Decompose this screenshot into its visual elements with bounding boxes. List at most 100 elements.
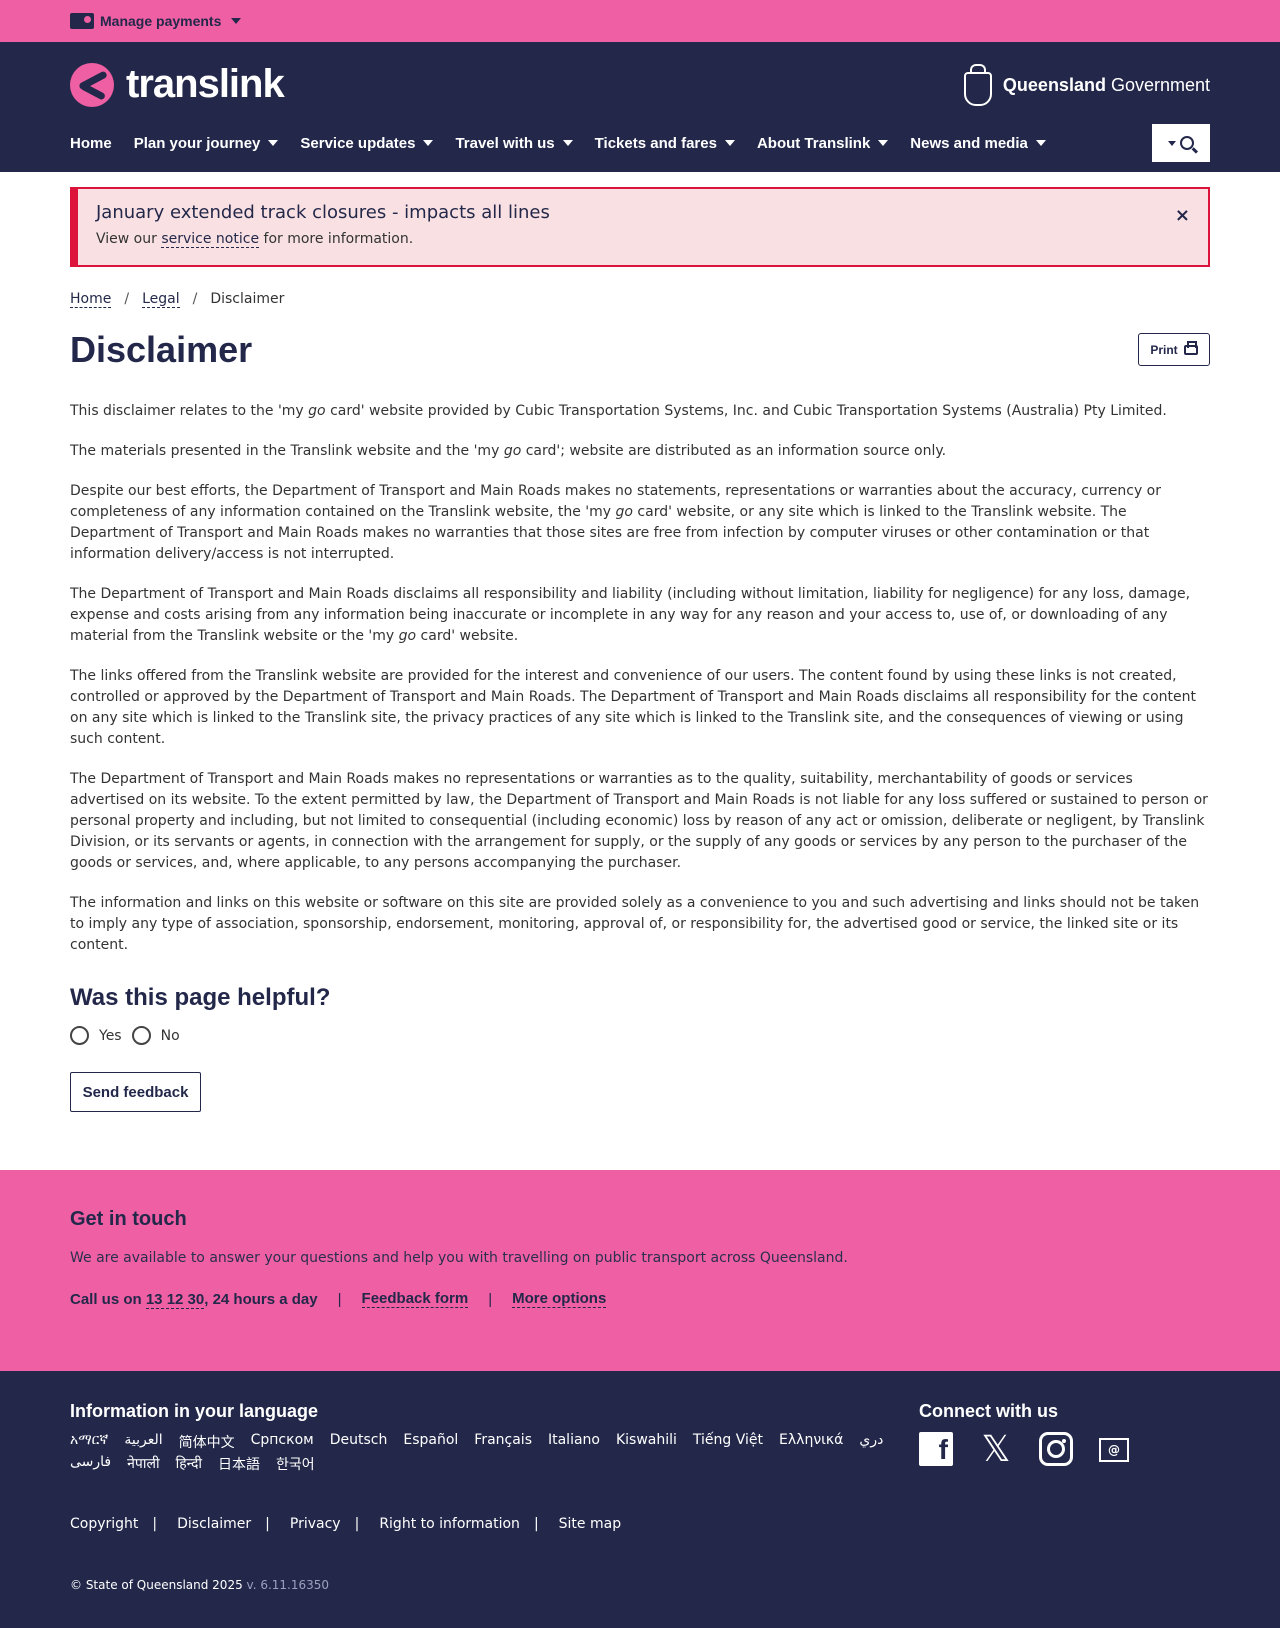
nav-item-label: Home xyxy=(70,134,112,152)
search-button[interactable] xyxy=(1152,124,1210,162)
language-link[interactable]: Italiano xyxy=(548,1432,600,1452)
separator: | xyxy=(354,1516,360,1532)
feedback-form-link[interactable]: Feedback form xyxy=(361,1290,469,1308)
get-in-touch-section: Get in touch We are available to answer … xyxy=(0,1170,1280,1371)
footer-link-disclaimer[interactable]: Disclaimer xyxy=(177,1516,251,1532)
nav-item-plan-your-journey[interactable]: Plan your journey xyxy=(134,135,279,152)
footer-link-right-to-information[interactable]: Right to information xyxy=(379,1516,520,1532)
feedback-heading: Was this page helpful? xyxy=(70,984,331,1011)
version: v. 6.11.16350 xyxy=(242,1578,330,1592)
print-button[interactable]: Print xyxy=(1138,333,1210,366)
breadcrumb-current: Disclaimer xyxy=(210,291,285,307)
nav-item-tickets-and-fares[interactable]: Tickets and fares xyxy=(595,135,735,152)
email-icon[interactable]: @ xyxy=(1099,1438,1129,1462)
manage-payments-dropdown[interactable]: Manage payments xyxy=(70,13,242,29)
no-label: No xyxy=(160,1027,180,1044)
alert-title: January extended track closures - impact… xyxy=(96,202,550,223)
legal-links: Copyright | Disclaimer | Privacy | Right to in… xyxy=(70,1516,621,1532)
chevron-down-icon xyxy=(878,140,889,146)
send-feedback-button[interactable]: Send feedback xyxy=(70,1072,201,1112)
chevron-down-icon xyxy=(1035,140,1046,146)
feedback-radios: Yes No xyxy=(70,1026,1210,1045)
nav-item-travel-with-us[interactable]: Travel with us xyxy=(455,134,573,152)
get-in-touch-heading: Get in touch xyxy=(70,1208,187,1230)
nav-item-about-translink[interactable]: About Translink xyxy=(756,134,889,152)
disclaimer-paragraph: This disclaimer relates to the 'my go ca… xyxy=(70,403,1167,419)
more-options-link[interactable]: More options xyxy=(512,1290,607,1308)
language-link[interactable]: Tiếng Việt xyxy=(693,1432,763,1452)
coat-of-arms-icon xyxy=(955,64,997,106)
main-navigation: Home Plan your journey Service updates Trav… xyxy=(70,124,1068,162)
language-link[interactable]: Français xyxy=(474,1432,532,1452)
disclaimer-paragraph: The Department of Transport and Main Roa… xyxy=(70,771,1208,871)
language-link[interactable]: አማርኛ xyxy=(70,1432,108,1452)
nav-item-label: Service updates xyxy=(300,134,416,152)
language-link[interactable]: Српском xyxy=(251,1432,314,1452)
instagram-icon[interactable] xyxy=(1039,1432,1073,1466)
nav-item-label: Travel with us xyxy=(455,134,555,152)
translink-logo[interactable]: translink xyxy=(70,62,285,107)
site-header: translink Queensland Government Home Plan… xyxy=(0,42,1280,172)
nav-item-home[interactable]: Home xyxy=(70,135,112,152)
service-notice-link[interactable]: service notice xyxy=(161,231,260,248)
nav-item-label: Plan your journey xyxy=(133,134,261,152)
language-link[interactable]: हिन्दी xyxy=(176,1454,202,1474)
breadcrumb-separator: / xyxy=(124,291,130,307)
disclaimer-paragraph: The Department of Transport and Main Roa… xyxy=(70,586,1191,644)
search-icon xyxy=(1180,136,1194,150)
language-list: አማርኛ العربية 简体中文 Српском Deutsch Español Fran… xyxy=(70,1432,900,1474)
chevron-down-icon xyxy=(562,140,573,146)
language-link[interactable]: 简体中文 xyxy=(179,1432,235,1452)
nav-item-service-updates[interactable]: Service updates xyxy=(300,134,434,152)
social-links: f 𝕏 @ xyxy=(919,1428,1129,1469)
page-title: Disclaimer xyxy=(70,329,253,370)
language-link[interactable]: 한국어 xyxy=(276,1454,315,1474)
print-label: Print xyxy=(1150,342,1178,357)
feedback-section: Was this page helpful? Yes No Send feedb… xyxy=(70,984,1210,1112)
language-link[interactable]: Kiswahili xyxy=(616,1432,677,1452)
language-link[interactable]: 日本語 xyxy=(218,1454,260,1474)
breadcrumb-home[interactable]: Home xyxy=(70,291,112,308)
qgov-text: Queensland Government xyxy=(1002,74,1210,95)
yes-radio[interactable] xyxy=(70,1026,89,1045)
service-alert: January extended track closures - impact… xyxy=(70,187,1210,267)
copyright: © State of Queensland 2025 v. 6.11.16350 xyxy=(70,1578,330,1592)
nav-item-label: About Translink xyxy=(756,134,871,152)
footer-link-privacy[interactable]: Privacy xyxy=(290,1516,341,1532)
language-link[interactable]: Ελληνικά xyxy=(779,1432,843,1452)
breadcrumb: Home / Legal / Disclaimer xyxy=(70,289,1210,309)
disclaimer-content: This disclaimer relates to the 'my go ca… xyxy=(70,401,1210,956)
language-link[interactable]: Español xyxy=(403,1432,458,1452)
language-heading: Information in your language xyxy=(70,1401,319,1421)
close-icon[interactable]: × xyxy=(1175,205,1190,226)
disclaimer-paragraph: Despite our best efforts, the Department… xyxy=(70,483,1161,562)
language-link[interactable]: فارسی xyxy=(70,1454,111,1474)
language-link[interactable]: دري xyxy=(859,1432,883,1452)
language-link[interactable]: Deutsch xyxy=(330,1432,388,1452)
phone-link[interactable]: 13 12 30 xyxy=(145,1290,205,1309)
x-icon[interactable]: 𝕏 xyxy=(979,1428,1013,1469)
get-in-touch-lead: We are available to answer your question… xyxy=(70,1250,848,1266)
footer-link-copyright[interactable]: Copyright xyxy=(70,1516,138,1532)
facebook-icon[interactable]: f xyxy=(919,1432,953,1466)
disclaimer-paragraph: The information and links on this websit… xyxy=(70,895,1200,953)
chevron-down-icon xyxy=(724,140,735,146)
nav-item-news-and-media[interactable]: News and media xyxy=(910,135,1046,152)
chevron-down-icon xyxy=(268,140,279,146)
separator: | xyxy=(533,1516,539,1532)
separator: | xyxy=(488,1290,493,1308)
printer-icon xyxy=(1183,340,1198,355)
separator: | xyxy=(265,1516,270,1532)
language-link[interactable]: العربية xyxy=(124,1432,162,1452)
yes-label: Yes xyxy=(99,1027,122,1044)
nav-item-label: News and media xyxy=(910,134,1028,152)
chevron-down-icon xyxy=(423,140,434,146)
language-link[interactable]: नेपाली xyxy=(127,1454,159,1474)
no-radio[interactable] xyxy=(131,1026,151,1045)
alert-body: View our service notice for more informa… xyxy=(96,231,414,248)
footer-link-site-map[interactable]: Site map xyxy=(559,1516,621,1532)
connect-heading: Connect with us xyxy=(919,1401,1058,1421)
breadcrumb-legal[interactable]: Legal xyxy=(142,291,180,308)
language-section: Information in your language አማርኛ العربية… xyxy=(70,1401,900,1474)
queensland-government-logo[interactable]: Queensland Government xyxy=(955,64,1210,106)
